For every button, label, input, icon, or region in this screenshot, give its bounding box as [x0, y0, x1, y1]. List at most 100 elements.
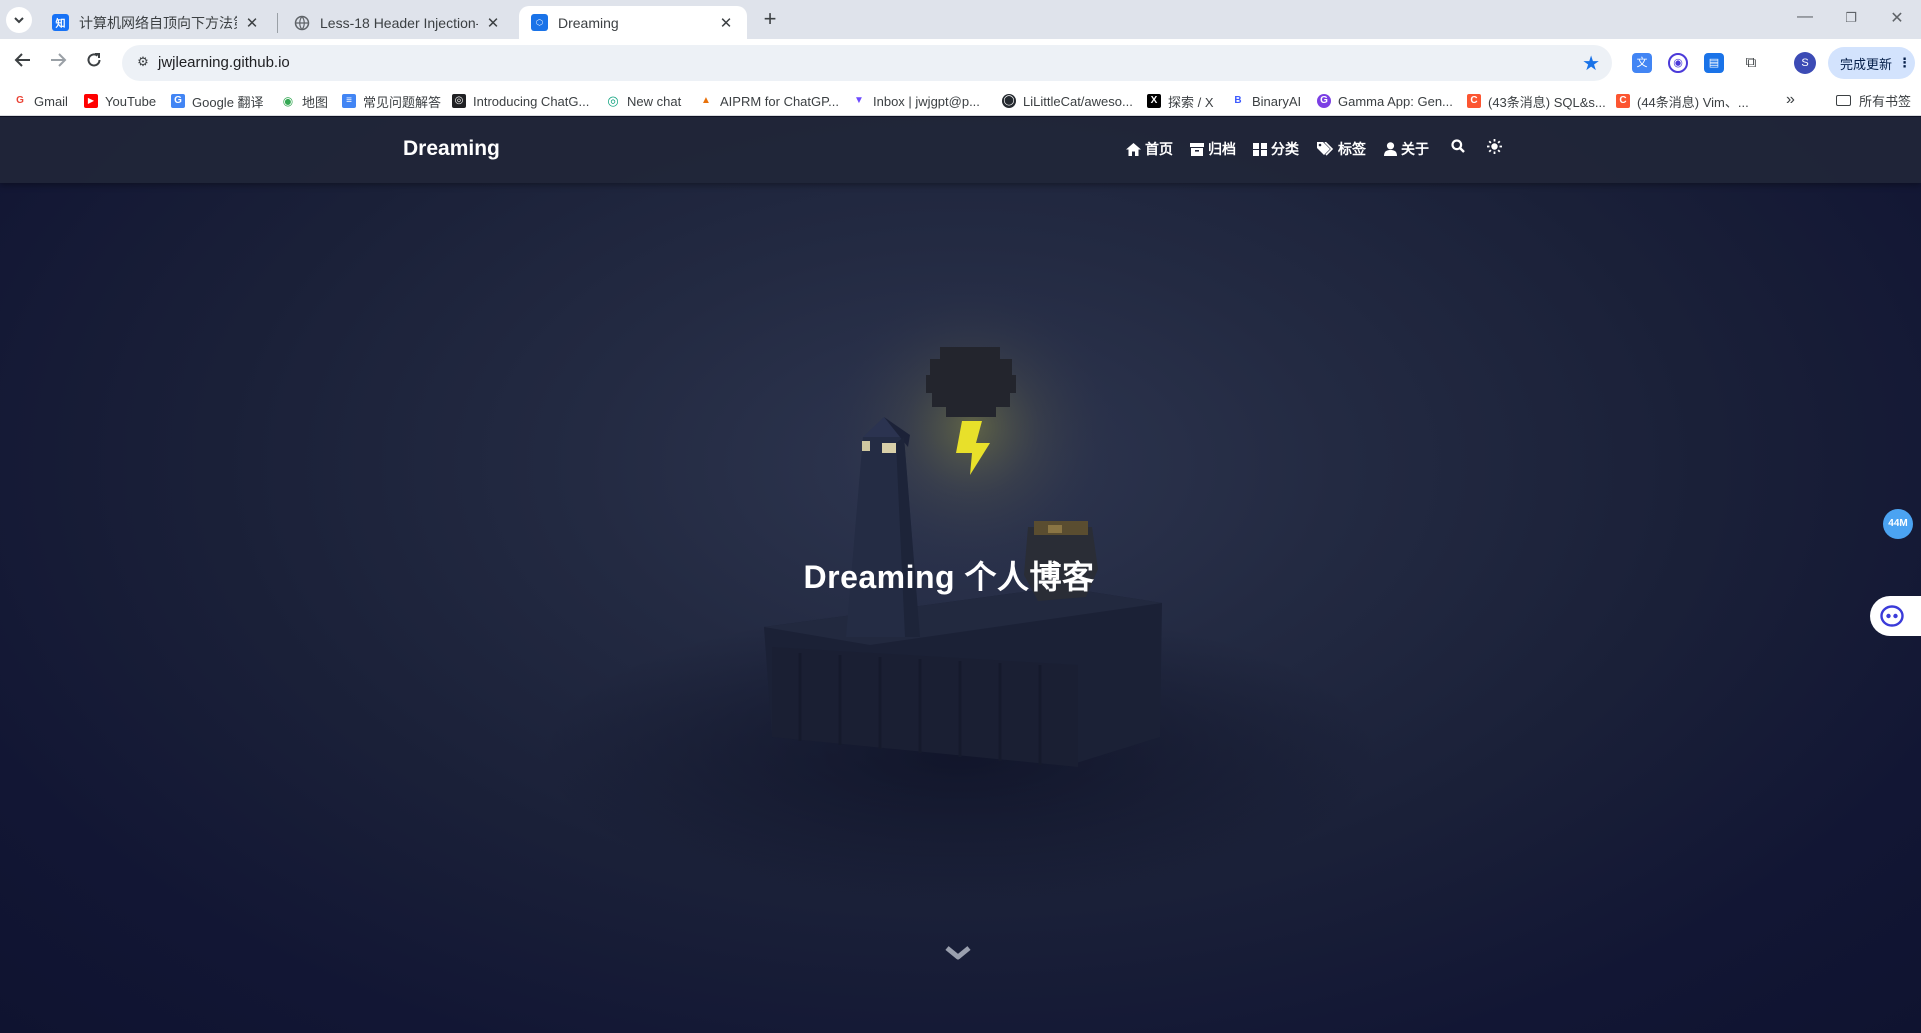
tab-title: Less-18 Header Injection- Error: [320, 14, 478, 31]
user-icon: [1384, 142, 1397, 156]
youtube-icon: ▶: [84, 94, 98, 108]
extensions-puzzle-icon[interactable]: ⧉: [1741, 53, 1761, 73]
close-icon[interactable]: ✕: [484, 14, 502, 32]
bookmark-binaryai[interactable]: B BinaryAI: [1231, 91, 1301, 111]
bookmark-label: 地图: [302, 94, 329, 110]
bookmark-csdn-sql[interactable]: C (43条消息) SQL&s...: [1467, 91, 1606, 111]
translate-icon: G: [171, 94, 185, 108]
x-logo-icon: X: [1147, 94, 1161, 108]
tab-title: 计算机网络自顶向下方法第七版: [79, 14, 237, 31]
hexo-icon: ⬡: [531, 14, 548, 31]
bookmark-label: New chat: [627, 93, 682, 109]
forward-arrow-icon[interactable]: [46, 51, 70, 75]
bookmark-label: Google 翻译: [192, 94, 264, 110]
bookmark-label: Gamma App: Gen...: [1338, 93, 1453, 109]
reader-extension-icon[interactable]: ▤: [1704, 53, 1724, 73]
window-close-icon[interactable]: ✕: [1882, 8, 1912, 28]
memory-badge[interactable]: 44M: [1883, 509, 1913, 539]
more-bookmarks-icon[interactable]: »: [1786, 91, 1795, 109]
aiprm-icon: ▲: [701, 95, 711, 106]
bookmark-label: (44条消息) Vim、...: [1637, 94, 1749, 110]
nav-search[interactable]: [1451, 139, 1465, 153]
scroll-down-button[interactable]: [944, 943, 972, 963]
nav-home[interactable]: 首页: [1126, 139, 1173, 159]
globe-icon: [293, 14, 310, 31]
category-icon: [1253, 142, 1267, 156]
proton-mail-icon: ▼: [854, 95, 864, 106]
nav-archive[interactable]: 归档: [1190, 139, 1236, 159]
bookmark-introducing-chatgpt[interactable]: ◎ Introducing ChatG...: [452, 91, 589, 111]
home-icon: [1126, 142, 1141, 156]
nav-theme-toggle[interactable]: [1487, 139, 1502, 154]
bookmark-gamma[interactable]: G Gamma App: Gen...: [1317, 91, 1453, 111]
bookmark-youtube[interactable]: ▶ YouTube: [84, 91, 156, 111]
robot-icon: [1880, 605, 1904, 627]
close-icon[interactable]: ✕: [717, 14, 735, 32]
tab-search-button[interactable]: [6, 7, 32, 33]
nav-categories[interactable]: 分类: [1253, 139, 1299, 159]
bookmark-google-translate[interactable]: G Google 翻译: [171, 91, 264, 111]
search-icon: [1451, 139, 1465, 153]
bookmark-label: YouTube: [105, 93, 157, 109]
bookmark-csdn-vim[interactable]: C (44条消息) Vim、...: [1616, 91, 1749, 111]
translate-extension-icon[interactable]: 文: [1632, 53, 1652, 73]
profile-avatar[interactable]: S: [1794, 52, 1816, 74]
google-icon: G: [16, 95, 24, 106]
bookmark-label: 常见问题解答: [363, 94, 442, 110]
all-bookmarks-button[interactable]: 所有书签: [1836, 91, 1911, 110]
openai-icon: ◎: [452, 94, 466, 108]
hero-title: Dreaming 个人博客: [803, 559, 1095, 595]
bookmark-protonmail-inbox[interactable]: ▼ Inbox | jwjgpt@p...: [852, 91, 980, 111]
bookmark-aiprm[interactable]: ▲ AIPRM for ChatGP...: [699, 91, 839, 111]
back-arrow-icon[interactable]: [11, 51, 35, 75]
bookmark-label: 探索 / X: [1168, 94, 1214, 110]
bookmark-label: LiLittleCat/aweso...: [1023, 93, 1133, 109]
nav-about-label: 关于: [1401, 141, 1429, 157]
nav-about[interactable]: 关于: [1384, 139, 1429, 159]
bookmark-x[interactable]: X 探索 / X: [1147, 91, 1214, 111]
chevron-down-icon: [14, 17, 24, 24]
bookmark-new-chat[interactable]: ◎ New chat: [606, 91, 681, 111]
sun-icon: [1487, 139, 1502, 154]
site-brand[interactable]: Dreaming: [403, 137, 500, 161]
zhihu-favicon-icon: 知: [52, 14, 69, 31]
update-button[interactable]: 完成更新 ⋮: [1828, 47, 1915, 79]
close-icon[interactable]: ✕: [243, 14, 261, 32]
tags-icon: [1317, 142, 1334, 156]
chatgpt-icon: ◎: [607, 93, 619, 108]
site-navbar: Dreaming 首页 归档 分类 标签 关于: [0, 117, 1921, 183]
tab-dreaming[interactable]: ⬡ Dreaming ✕: [519, 6, 747, 39]
binaryai-icon: B: [1234, 95, 1242, 106]
nav-archive-label: 归档: [1208, 141, 1236, 157]
csdn-icon: C: [1616, 94, 1630, 108]
site-settings-icon[interactable]: ⚙: [134, 54, 152, 72]
new-tab-button[interactable]: +: [758, 8, 782, 32]
blog-page: Dreaming 首页 归档 分类 标签 关于 Dreaming 个人博客 44…: [0, 117, 1921, 1033]
assistant-widget[interactable]: [1870, 596, 1921, 636]
address-bar[interactable]: ⚙ jwjlearning.github.io ★: [122, 45, 1612, 81]
reload-icon[interactable]: [82, 51, 106, 75]
bookmark-label: (43条消息) SQL&s...: [1488, 94, 1606, 110]
tab-divider: [277, 13, 278, 33]
tab-zhihu[interactable]: 知 计算机网络自顶向下方法第七版 ✕: [40, 6, 273, 39]
nav-home-label: 首页: [1145, 141, 1173, 157]
all-bookmarks-label: 所有书签: [1859, 94, 1912, 109]
tab-title: Dreaming: [558, 14, 619, 31]
bookmark-faq[interactable]: ≡ 常见问题解答: [342, 91, 441, 111]
bookmark-star-icon[interactable]: ★: [1582, 51, 1600, 76]
bookmark-github[interactable]: ◯ LiLittleCat/aweso...: [1002, 91, 1133, 111]
menu-dots-icon: ⋮: [1898, 55, 1912, 70]
bookmarks-bar: G Gmail ▶ YouTube G Google 翻译 ◉ 地图 ≡ 常见问…: [0, 86, 1921, 116]
bookmark-label: Gmail: [34, 93, 68, 109]
restore-icon[interactable]: ❐: [1836, 10, 1866, 26]
bookmark-maps[interactable]: ◉ 地图: [281, 91, 328, 111]
bookmark-gmail[interactable]: G Gmail: [13, 91, 68, 111]
bookmark-label: AIPRM for ChatGP...: [720, 93, 839, 109]
bookmark-label: Introducing ChatG...: [473, 93, 590, 109]
archive-icon: [1190, 142, 1204, 156]
tab-less18[interactable]: Less-18 Header Injection- Error ✕: [281, 6, 514, 39]
minimize-icon[interactable]: —: [1790, 8, 1820, 26]
browser-toolbar: ⚙ jwjlearning.github.io ★ 文 ◉ ▤ ⧉ S 完成更新…: [0, 39, 1921, 86]
robot-extension-icon[interactable]: ◉: [1668, 53, 1688, 73]
nav-tags[interactable]: 标签: [1317, 139, 1366, 159]
